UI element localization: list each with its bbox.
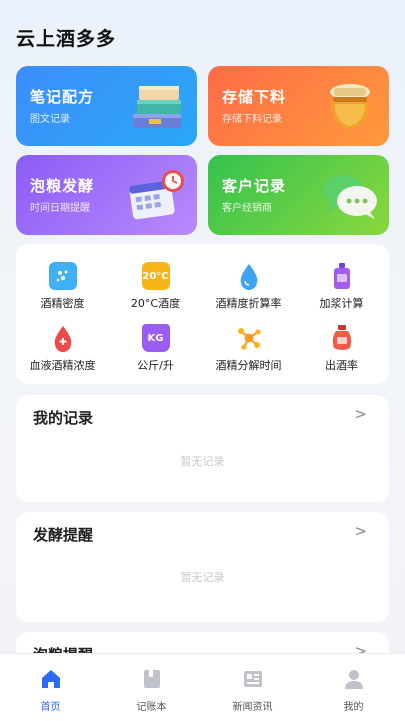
page-title: 云上酒多多 (16, 28, 117, 50)
tool-abv-conversion[interactable]: 酒精度折算率 (202, 262, 295, 311)
wine-jar-icon (328, 324, 356, 352)
tab-me[interactable]: 我的 (303, 654, 404, 721)
card-subtitle: 图文记录 (30, 114, 70, 125)
tool-label: 酒精密度 (40, 297, 85, 310)
chevron-right-icon[interactable]: > (354, 522, 367, 540)
card-storage-feeding[interactable]: 存储下料 存储下料记录 (208, 66, 389, 146)
card-subtitle: 客户经销商 (222, 203, 272, 214)
user-icon (344, 670, 363, 689)
weight-icon: KG (141, 324, 170, 352)
card-title: 泡粮发酵 (30, 177, 95, 195)
home-icon (41, 670, 60, 688)
tool-label: 20°C酒度 (130, 297, 181, 310)
card-customer-records[interactable]: 客户记录 客户经销商 (208, 155, 389, 235)
tool-kg-per-liter[interactable]: KG 公斤/升 (109, 324, 202, 373)
calendar-clock-icon (129, 170, 184, 220)
bottom-tab-bar: 首页 记账本 新闻资讯 我的 (0, 653, 405, 721)
bottle-icon (328, 262, 356, 290)
books-icon (133, 86, 181, 128)
chat-bubble-icon (323, 175, 377, 219)
tab-label: 首页 (40, 702, 61, 713)
tab-news[interactable]: 新闻资讯 (202, 654, 303, 721)
notebook-icon (143, 670, 160, 688)
density-icon (48, 262, 77, 290)
tool-alcohol-breakdown-time[interactable]: 酒精分解时间 (202, 324, 295, 373)
card-notes-recipe[interactable]: 笔记配方 图文记录 (16, 66, 197, 146)
thermometer-badge-icon: 20°C (141, 262, 170, 290)
tool-label: 出酒率 (325, 359, 358, 372)
tool-label: 酒精度折算率 (215, 297, 282, 310)
card-subtitle: 时间日期提醒 (30, 203, 90, 214)
empty-state-text: 暂无记录 (180, 571, 225, 584)
tab-label: 新闻资讯 (232, 702, 273, 713)
panel-title: 发酵提醒 (33, 526, 94, 544)
calculator-tools-grid: 酒精密度 20°C 20°C酒度 酒精度折算率 加浆计算 血液酒精浓度 KG 公… (16, 244, 389, 384)
water-drop-icon (235, 262, 263, 290)
tool-label: 酒精分解时间 (215, 359, 282, 372)
empty-state-text: 暂无记录 (180, 455, 225, 468)
blood-drop-icon (49, 324, 77, 352)
tool-label: 公斤/升 (137, 359, 174, 372)
tab-ledger[interactable]: 记账本 (101, 654, 202, 721)
tool-20c-abv[interactable]: 20°C 20°C酒度 (109, 262, 202, 311)
card-title: 客户记录 (222, 177, 287, 195)
molecule-icon (235, 324, 263, 352)
tab-label: 记账本 (136, 702, 167, 713)
panel-title: 我的记录 (33, 409, 94, 427)
tool-label: 加浆计算 (319, 297, 364, 310)
tool-label: 血液酒精浓度 (29, 359, 96, 372)
news-icon (243, 671, 262, 687)
tool-blood-alcohol[interactable]: 血液酒精浓度 (16, 324, 109, 373)
card-title: 笔记配方 (30, 88, 95, 106)
my-records-panel[interactable]: 我的记录 > 暂无记录 (16, 395, 389, 502)
tool-dilution-calc[interactable]: 加浆计算 (295, 262, 388, 311)
tab-label: 我的 (343, 702, 364, 713)
card-subtitle: 存储下料记录 (222, 114, 282, 125)
tab-home[interactable]: 首页 (0, 654, 101, 721)
tool-liquor-yield[interactable]: 出酒率 (295, 324, 388, 373)
card-soak-ferment[interactable]: 泡粮发酵 时间日期提醒 (16, 155, 197, 235)
jar-icon (330, 84, 370, 130)
card-title: 存储下料 (222, 88, 287, 106)
tool-alcohol-density[interactable]: 酒精密度 (16, 262, 109, 311)
chevron-right-icon[interactable]: > (354, 405, 367, 423)
fermentation-reminder-panel[interactable]: 发酵提醒 > 暂无记录 (16, 512, 389, 622)
